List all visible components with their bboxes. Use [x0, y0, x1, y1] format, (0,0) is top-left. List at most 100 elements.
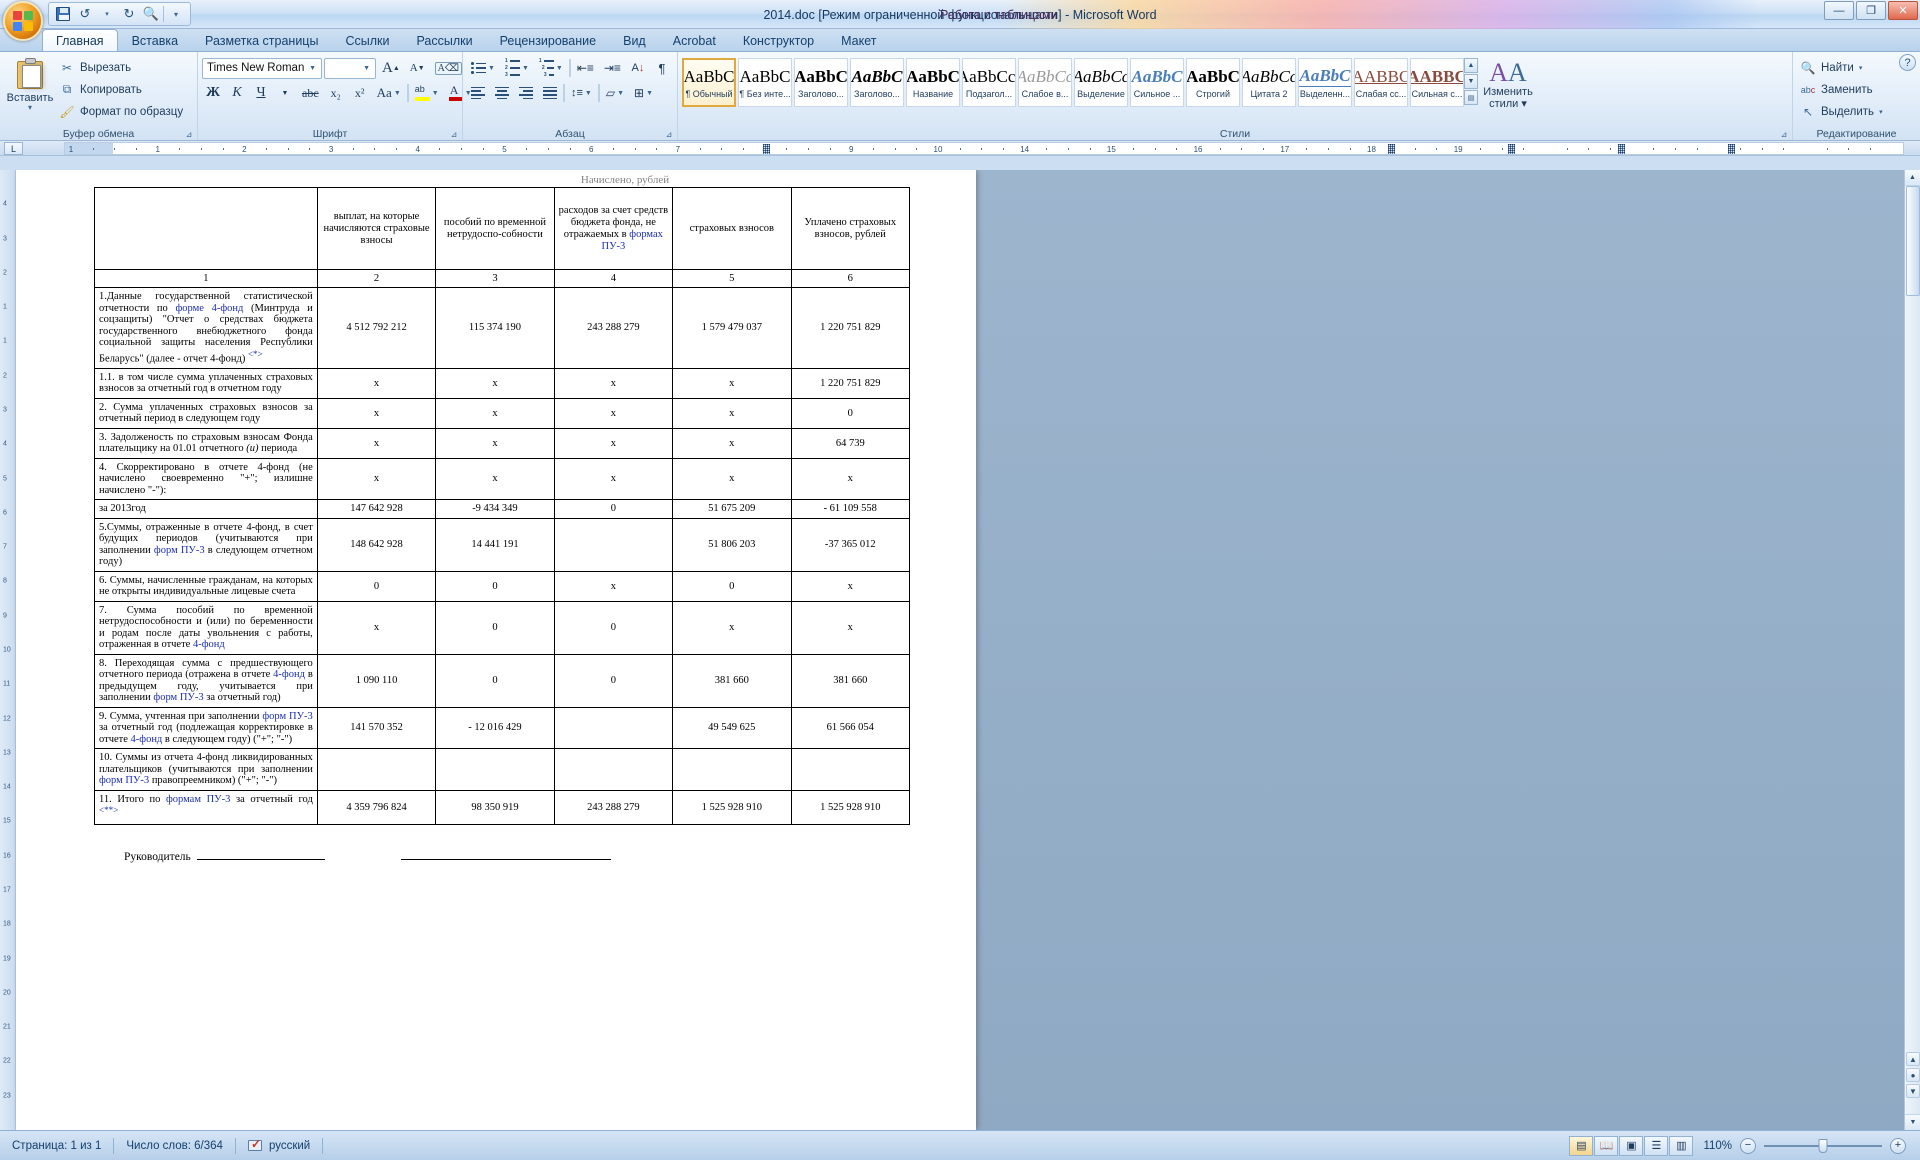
table-cell-r10-c4[interactable]: 49 549 625 — [672, 706, 792, 749]
undo-dropdown[interactable]: ▾ — [97, 4, 117, 24]
table-cell-r6-c5[interactable]: -37 365 012 — [790, 517, 910, 572]
table-row[interactable]: 3. Задолженость по страховым взносам Фон… — [94, 427, 910, 459]
undo-button[interactable]: ↺ — [75, 4, 95, 24]
table-column-number-0[interactable]: 1 — [94, 269, 318, 288]
redo-button[interactable]: ↻ — [119, 4, 139, 24]
table-row[interactable]: 4. Скорректировано в отчете 4-фонд (не н… — [94, 457, 910, 500]
minimize-button[interactable]: — — [1824, 1, 1854, 20]
table-cell-r10-c5[interactable]: 61 566 054 — [790, 706, 910, 749]
align-justify-button[interactable] — [539, 82, 561, 104]
table-row-label[interactable]: 6. Суммы, начисленные гражданам, на кото… — [94, 570, 318, 602]
table-row-label[interactable]: за 2013год — [94, 499, 318, 519]
table-cell-r12-c5[interactable]: 1 525 928 910 — [790, 789, 910, 825]
table-cell-r6-c2[interactable]: 14 441 191 — [435, 517, 555, 572]
tab-stop-selector-button[interactable]: L — [4, 142, 23, 155]
table-row-label[interactable]: 1.Данные государственной статистической … — [94, 287, 318, 369]
table-cell-r5-c3[interactable]: 0 — [553, 499, 674, 519]
table-cell-r3-c2[interactable]: х — [435, 427, 555, 459]
tab-konstruktor[interactable]: Конструктор — [730, 30, 827, 51]
table-column-marker-3[interactable] — [1618, 144, 1626, 154]
table-row-label[interactable]: 11. Итого по формам ПУ-3 за отчетный год… — [94, 789, 318, 825]
table-row[interactable]: 11. Итого по формам ПУ-3 за отчетный год… — [94, 789, 910, 825]
zoom-slider[interactable] — [1764, 1138, 1882, 1153]
table-column-marker-2[interactable] — [1507, 144, 1515, 154]
table-row[interactable]: 10. Суммы из отчета 4-фонд ликвидированн… — [94, 748, 910, 791]
align-right-button[interactable] — [515, 82, 537, 104]
styles-scroll-up-button[interactable]: ▲ — [1464, 58, 1478, 73]
print-preview-button[interactable]: 🔍 — [141, 4, 161, 24]
multilevel-list-button[interactable]: 1 2 3 ▼ — [535, 57, 567, 79]
table-cell-r5-c2[interactable]: -9 434 349 — [435, 499, 555, 519]
tab-acrobat[interactable]: Acrobat — [660, 30, 729, 51]
table-cell-r0-c2[interactable]: 115 374 190 — [435, 287, 555, 369]
style-item-6[interactable]: AaBbCc Слабое в... — [1018, 58, 1072, 107]
table-cell-r9-c5[interactable]: 381 660 — [790, 653, 910, 708]
table-cell-r11-c4[interactable] — [672, 748, 792, 791]
outline-view-button[interactable]: ☰ — [1644, 1135, 1669, 1156]
table-cell-r1-c4[interactable]: х — [672, 367, 792, 399]
table-cell-r2-c1[interactable]: х — [316, 397, 437, 429]
line-spacing-button[interactable]: ↕≡ ▼ — [567, 82, 596, 104]
text-highlight-button[interactable]: ab ▼ — [411, 82, 443, 104]
table-row-label[interactable]: 5.Суммы, отраженные в отчете 4-фонд, в с… — [94, 517, 318, 572]
table-row-label[interactable]: 1.1. в том числе сумма уплаченных страхо… — [94, 367, 318, 399]
underline-button[interactable]: Ч — [250, 82, 272, 104]
copy-button[interactable]: ⧉ Копировать — [56, 79, 189, 100]
table-header-cell-1[interactable]: выплат, на которые начисляются страховые… — [316, 187, 437, 270]
tab-ssylki[interactable]: Ссылки — [332, 30, 402, 51]
zoom-level-label[interactable]: 110% — [1703, 1140, 1732, 1152]
table-column-number-1[interactable]: 2 — [316, 269, 437, 288]
table-column-number-5[interactable]: 6 — [790, 269, 910, 288]
font-name-combo[interactable]: Times New Roman ▼ — [202, 57, 322, 79]
table-cell-r1-c3[interactable]: х — [553, 367, 674, 399]
web-layout-view-button[interactable]: ▣ — [1619, 1135, 1644, 1156]
increase-indent-button[interactable]: ⇥≡ — [600, 57, 625, 79]
change-styles-button[interactable]: AA Изменить стили ▾ — [1478, 54, 1538, 111]
close-button[interactable]: ✕ — [1888, 1, 1918, 20]
table-cell-r0-c3[interactable]: 243 288 279 — [553, 287, 674, 369]
doc-hyperlink[interactable]: 4-фонд — [131, 734, 163, 745]
full-screen-reading-view-button[interactable]: 📖 — [1594, 1135, 1619, 1156]
table-cell-r6-c4[interactable]: 51 806 203 — [672, 517, 792, 572]
table-cell-r7-c2[interactable]: 0 — [435, 570, 555, 602]
office-button[interactable] — [3, 1, 43, 41]
paste-button[interactable]: Вставить ▾ — [4, 54, 56, 112]
font-dialog-launcher[interactable]: ⊿ — [448, 128, 460, 140]
print-layout-view-button[interactable]: ▤ — [1569, 1135, 1594, 1156]
table-header-cell-0[interactable] — [94, 187, 318, 270]
subscript-button[interactable]: x₂ — [325, 82, 347, 104]
page-indicator[interactable]: Страница: 1 из 1 — [0, 1131, 113, 1160]
clipboard-dialog-launcher[interactable]: ⊿ — [183, 128, 195, 140]
table-cell-r5-c1[interactable]: 147 642 928 — [316, 499, 437, 519]
table-cell-r4-c5[interactable]: х — [790, 457, 910, 500]
style-item-9[interactable]: AaBbC Строгий — [1186, 58, 1240, 107]
table-cell-r2-c2[interactable]: х — [435, 397, 555, 429]
table-cell-r3-c3[interactable]: х — [553, 427, 674, 459]
table-row[interactable]: 2. Сумма уплаченных страховых взносов за… — [94, 397, 910, 429]
horizontal-ruler[interactable]: 112345678910141516171819 — [64, 142, 1904, 155]
tab-rassylki[interactable]: Рассылки — [403, 30, 485, 51]
table-cell-r8-c5[interactable]: х — [790, 600, 910, 655]
table-cell-r2-c4[interactable]: х — [672, 397, 792, 429]
align-left-button[interactable] — [467, 82, 489, 104]
doc-hyperlink[interactable]: 4-фонд — [273, 669, 305, 680]
table-row-label[interactable]: 3. Задолженость по страховым взносам Фон… — [94, 427, 318, 459]
tab-vid[interactable]: Вид — [610, 30, 659, 51]
table-cell-r6-c3[interactable] — [553, 517, 674, 572]
italic-button[interactable]: К — [226, 82, 248, 104]
select-browse-object-button[interactable]: ● — [1906, 1068, 1920, 1082]
format-painter-button[interactable]: 🖌 Формат по образцу — [56, 101, 189, 122]
table-cell-r4-c2[interactable]: х — [435, 457, 555, 500]
table-cell-r1-c5[interactable]: 1 220 751 829 — [790, 367, 910, 399]
style-item-1[interactable]: AaBbC ¶ Без инте... — [738, 58, 792, 107]
table-row-label[interactable]: 10. Суммы из отчета 4-фонд ликвидированн… — [94, 748, 318, 791]
sort-button[interactable]: A↓ — [627, 57, 649, 79]
style-item-5[interactable]: AaBbCcI Подзагол... — [962, 58, 1016, 107]
tab-maket[interactable]: Макет — [828, 30, 889, 51]
bullets-button[interactable]: ▼ — [467, 57, 499, 79]
table-column-marker-4[interactable] — [1728, 144, 1736, 154]
doc-hyperlink[interactable]: 4-фонд — [193, 639, 225, 650]
table-column-number-3[interactable]: 4 — [553, 269, 674, 288]
restore-button[interactable]: ❐ — [1856, 1, 1886, 20]
zoom-out-button[interactable]: − — [1740, 1137, 1756, 1154]
